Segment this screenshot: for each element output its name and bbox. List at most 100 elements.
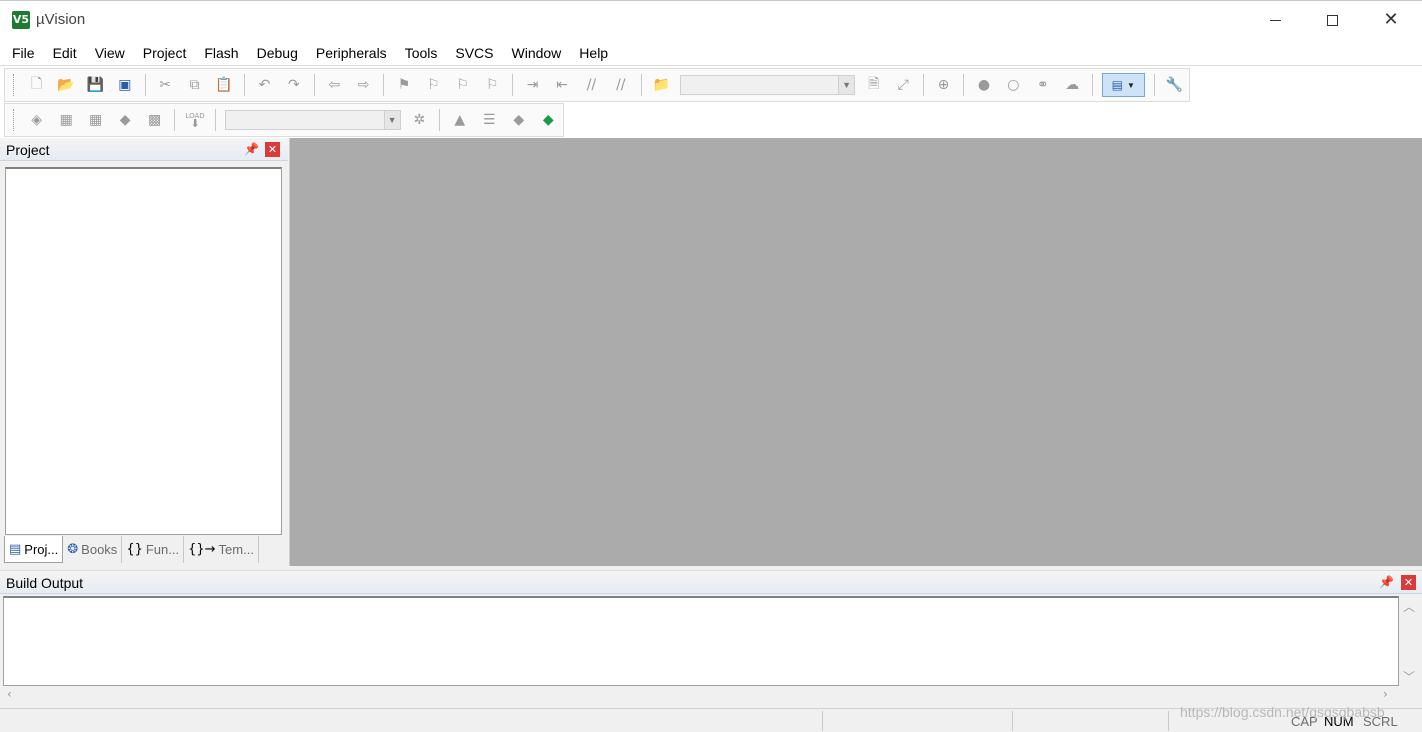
toolbar-grip[interactable] — [13, 74, 16, 96]
save-all-icon[interactable]: ▣ — [114, 74, 135, 96]
project-panel: Project 📌 ✕ ▤ Proj... ❂ Books {} Fun... … — [0, 138, 290, 566]
menu-bar: File Edit View Project Flash Debug Perip… — [0, 40, 1422, 66]
find-in-files-icon[interactable]: 📁 — [650, 74, 671, 96]
scroll-right-icon[interactable]: › — [1383, 687, 1388, 701]
cut-icon[interactable]: ✂ — [155, 74, 176, 96]
project-tree[interactable] — [5, 167, 282, 535]
tab-templates[interactable]: {}→ Tem... — [184, 536, 259, 563]
paste-icon[interactable]: 📋 — [213, 74, 234, 96]
menu-tools[interactable]: Tools — [397, 41, 446, 65]
manage-runtime-icon[interactable]: ◆ — [508, 109, 529, 131]
build-toolbar: ◈ ▦ ▦ ◆ ▩ LOAD ⬇ ▼ ✲ ▲ ☰ ◆ ◆ — [4, 103, 564, 137]
find-icon[interactable]: 🗎 — [863, 74, 884, 96]
navigate-back-icon[interactable]: ⇦ — [324, 74, 345, 96]
options-for-target-icon[interactable]: ✲ — [409, 109, 430, 131]
vertical-scrollbar[interactable]: ︿ ﹀ — [1399, 596, 1419, 686]
breakpoint-icon[interactable]: ● — [973, 74, 994, 96]
tab-label: Fun... — [145, 542, 180, 557]
configure-icon[interactable]: 🔧 — [1164, 74, 1185, 96]
close-panel-icon[interactable]: ✕ — [1401, 575, 1416, 590]
editor-area[interactable] — [290, 138, 1422, 566]
close-window-button[interactable]: ✕ — [1362, 1, 1420, 39]
project-panel-header: Project 📌 ✕ — [0, 138, 288, 161]
build-icon[interactable]: ▦ — [55, 109, 76, 131]
menu-peripherals[interactable]: Peripherals — [308, 41, 395, 65]
save-icon[interactable]: 💾 — [85, 74, 106, 96]
file-toolbar: 🗋 📂 💾 ▣ ✂ ⧉ 📋 ↶ ↷ ⇦ ⇨ ⚑ ⚐ ⚐ ⚐ ⇥ ⇤ // // … — [4, 68, 1190, 102]
manage-project-items-icon[interactable]: ▲ — [449, 109, 470, 131]
undo-icon[interactable]: ↶ — [254, 74, 275, 96]
find-combo[interactable]: ▼ — [679, 75, 856, 95]
tab-functions[interactable]: {} Fun... — [122, 536, 185, 563]
incremental-find-icon[interactable]: ⤢ — [892, 74, 913, 96]
menu-window[interactable]: Window — [504, 41, 570, 65]
toolbar-separator — [174, 109, 176, 131]
menu-debug[interactable]: Debug — [249, 41, 306, 65]
bookmark-icon[interactable]: ⚑ — [393, 74, 414, 96]
chevron-down-icon: ▼ — [1126, 80, 1135, 90]
download-icon[interactable]: LOAD ⬇ — [184, 109, 205, 131]
batch-build-icon[interactable]: ◆ — [114, 109, 135, 131]
scroll-down-icon[interactable]: ﹀ — [1403, 668, 1415, 685]
breakpoint-enable-all-icon[interactable]: ⚭ — [1032, 74, 1053, 96]
redo-icon[interactable]: ↷ — [283, 74, 304, 96]
close-icon: ✕ — [1383, 9, 1399, 30]
scroll-up-icon[interactable]: ︿ — [1403, 598, 1415, 615]
horizontal-scrollbar[interactable]: ‹ › — [3, 686, 1399, 704]
pin-icon[interactable]: 📌 — [244, 142, 259, 156]
indent-icon[interactable]: ⇥ — [522, 74, 543, 96]
breakpoint-disable-icon[interactable]: ○ — [1003, 74, 1024, 96]
project-tab-icon: ▤ — [9, 541, 22, 557]
window-layout-button[interactable]: ▤ ▼ — [1101, 73, 1145, 97]
status-divider — [1012, 711, 1013, 731]
menu-project[interactable]: Project — [135, 41, 195, 65]
bookmark-clear-icon[interactable]: ⚐ — [482, 74, 503, 96]
menu-flash[interactable]: Flash — [196, 41, 246, 65]
build-output-text[interactable] — [3, 596, 1399, 686]
menu-help[interactable]: Help — [571, 41, 616, 65]
bookmark-next-icon[interactable]: ⚐ — [452, 74, 473, 96]
translate-icon[interactable]: ◈ — [26, 109, 47, 131]
toolbar-grip[interactable] — [13, 109, 16, 131]
templates-tab-icon: {}→ — [188, 542, 216, 557]
toolbar-separator — [922, 74, 924, 96]
chevron-down-icon[interactable]: ▼ — [838, 76, 855, 94]
debug-icon[interactable]: ⊕ — [933, 74, 954, 96]
menu-file[interactable]: File — [4, 41, 43, 65]
rebuild-icon[interactable]: ▦ — [85, 109, 106, 131]
minimize-button[interactable] — [1246, 1, 1304, 39]
tab-project[interactable]: ▤ Proj... — [4, 536, 64, 563]
toolbar-separator — [313, 74, 315, 96]
chevron-down-icon[interactable]: ▼ — [383, 111, 400, 129]
toolbar-separator — [511, 74, 513, 96]
uncomment-icon[interactable]: // — [610, 74, 631, 96]
toolbar-separator — [383, 74, 385, 96]
tab-books[interactable]: ❂ Books — [63, 536, 123, 563]
stop-build-icon[interactable]: ▩ — [144, 109, 165, 131]
copy-icon[interactable]: ⧉ — [184, 74, 205, 96]
select-packs-icon[interactable]: ☰ — [479, 109, 500, 131]
navigate-forward-icon[interactable]: ⇨ — [353, 74, 374, 96]
pin-icon[interactable]: 📌 — [1379, 575, 1394, 589]
toolbar-area: 🗋 📂 💾 ▣ ✂ ⧉ 📋 ↶ ↷ ⇦ ⇨ ⚑ ⚐ ⚐ ⚐ ⇥ ⇤ // // … — [0, 67, 1422, 138]
scroll-left-icon[interactable]: ‹ — [7, 687, 12, 701]
breakpoint-kill-all-icon[interactable]: ☁ — [1061, 74, 1082, 96]
menu-svcs[interactable]: SVCS — [447, 41, 501, 65]
comment-icon[interactable]: // — [581, 74, 602, 96]
unindent-icon[interactable]: ⇤ — [551, 74, 572, 96]
title-bar: V5 µVision ✕ — [0, 0, 1422, 40]
toolbar-separator — [1153, 74, 1155, 96]
maximize-button[interactable] — [1303, 1, 1361, 39]
uvision-app-icon: V5 — [12, 11, 30, 29]
menu-edit[interactable]: Edit — [45, 41, 85, 65]
bookmark-prev-icon[interactable]: ⚐ — [423, 74, 444, 96]
new-file-icon[interactable]: 🗋 — [26, 74, 47, 96]
pack-installer-icon[interactable]: ◆ — [538, 109, 559, 131]
menu-view[interactable]: View — [87, 41, 133, 65]
toolbar-separator — [214, 109, 216, 131]
build-output-panel: Build Output 📌 ✕ ︿ ﹀ ‹ › — [0, 566, 1422, 708]
close-panel-icon[interactable]: ✕ — [265, 142, 280, 157]
target-select[interactable]: ▼ — [224, 110, 401, 130]
maximize-icon — [1326, 14, 1338, 26]
open-file-icon[interactable]: 📂 — [55, 74, 76, 96]
